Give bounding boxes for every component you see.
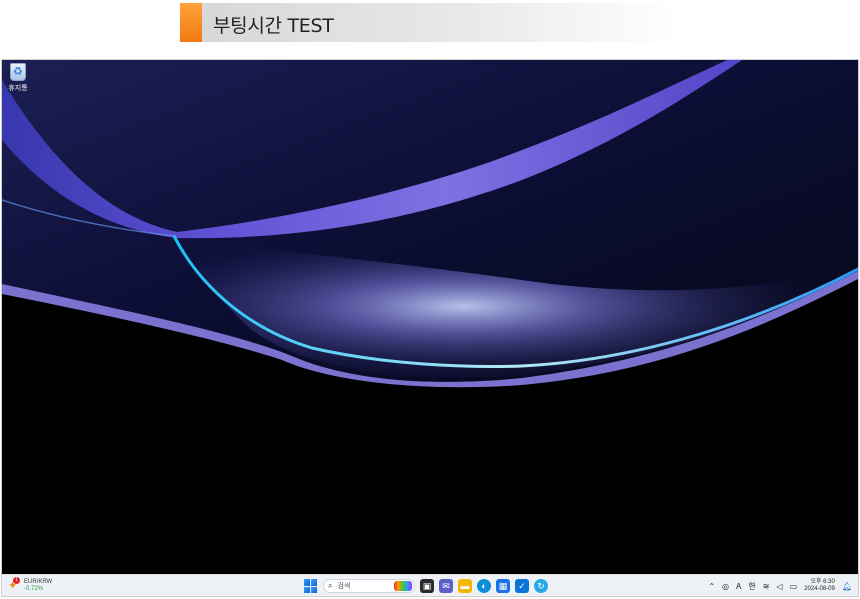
notification-badge: 1 (13, 577, 20, 584)
search-box[interactable]: ⌕ 검색 (323, 579, 415, 593)
search-highlight-icon (394, 581, 412, 591)
clock-time: 오후 6:30 (810, 579, 835, 585)
desktop-screen: 휴지통 ✦ 1 EUR/KRW -0.72% ⌕ 검색 ▣ ✉ ▬ ◐ (1, 59, 859, 597)
taskbar-center: ⌕ 검색 ▣ ✉ ▬ ◐ ▦ ✓ ↻ (304, 577, 548, 595)
teams-icon[interactable]: ✉ (439, 579, 453, 593)
currency-widget-icon: ✦ 1 (8, 577, 20, 592)
clock-date: 2024-08-09 (804, 586, 835, 592)
mail-icon[interactable]: ✓ (515, 579, 529, 593)
desktop-icon-label: 휴지통 (8, 85, 28, 92)
taskbar: ✦ 1 EUR/KRW -0.72% ⌕ 검색 ▣ ✉ ▬ ◐ ▦ ✓ ↻ ⌃ … (2, 574, 858, 596)
store-icon[interactable]: ▦ (496, 579, 510, 593)
notification-bell-icon[interactable]: 🔔︎ (842, 582, 852, 591)
desktop-wallpaper (2, 60, 858, 576)
ime-letter[interactable]: A (736, 582, 741, 591)
battery-icon[interactable]: ▭ (790, 582, 798, 591)
speaker-icon[interactable]: ◁ (776, 582, 782, 591)
clock[interactable]: 오후 6:30 2024-08-09 (804, 579, 835, 593)
desktop-icon-recycle-bin[interactable]: 휴지통 (6, 63, 30, 93)
chevron-up-icon[interactable]: ⌃ (708, 582, 715, 591)
network-status-icon[interactable]: ◎ (722, 582, 729, 591)
windows-logo-icon (304, 579, 310, 586)
title-banner: 부팅시간 TEST (180, 3, 680, 42)
widget-pair: EUR/KRW (24, 579, 53, 585)
system-tray: ⌃ ◎ A 한 ≋ ◁ ▭ 오후 6:30 2024-08-09 🔔︎ (708, 577, 852, 595)
ime-hangul[interactable]: 한 (748, 581, 755, 592)
search-placeholder: 검색 (337, 583, 351, 590)
banner-title: 부팅시간 TEST (213, 15, 334, 37)
start-button[interactable] (304, 579, 318, 593)
banner-accent-bar (180, 3, 202, 42)
task-view-icon[interactable]: ▣ (420, 579, 434, 593)
widget-change: -0.72% (24, 586, 44, 592)
folder-icon[interactable]: ▬ (458, 579, 472, 593)
currency-widget[interactable]: ✦ 1 EUR/KRW -0.72% (8, 577, 52, 595)
recycle-bin-icon (10, 63, 26, 81)
search-icon: ⌕ (328, 581, 333, 590)
edge-icon[interactable]: ◐ (477, 579, 491, 593)
app-icon[interactable]: ↻ (534, 579, 548, 593)
wifi-icon[interactable]: ≋ (763, 582, 770, 591)
